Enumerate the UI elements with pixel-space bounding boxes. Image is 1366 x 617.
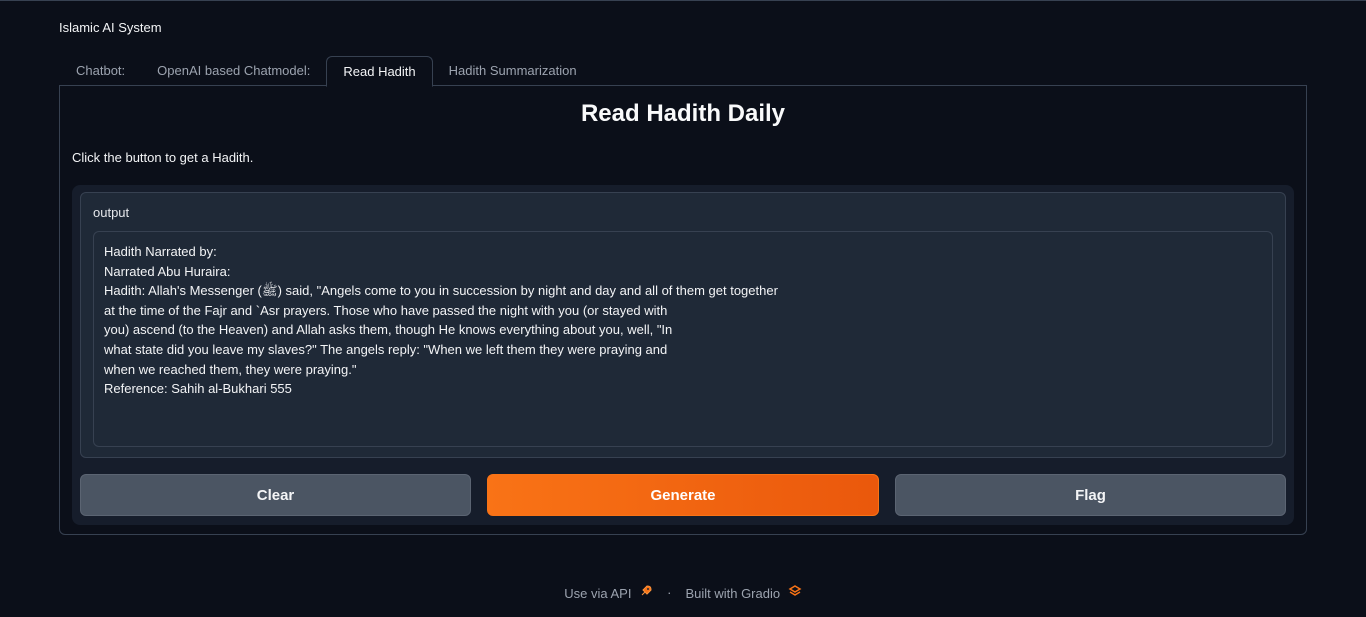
footer-separator: · bbox=[667, 585, 672, 600]
built-with-gradio-link[interactable]: Built with Gradio bbox=[685, 584, 802, 601]
api-link-label: Use via API bbox=[564, 586, 632, 601]
tab-read-hadith[interactable]: Read Hadith bbox=[326, 56, 433, 87]
instruction-text: Click the button to get a Hadith. bbox=[72, 150, 254, 165]
output-line: when we reached them, they were praying.… bbox=[104, 361, 357, 377]
gradio-logo-icon bbox=[788, 585, 802, 596]
tab-panel: Read Hadith Daily Click the button to ge… bbox=[59, 85, 1307, 535]
output-label: output bbox=[93, 205, 130, 220]
page-title: Read Hadith Daily bbox=[580, 100, 786, 127]
built-with-label: Built with Gradio bbox=[685, 586, 781, 601]
output-line: Narrated Abu Huraira: bbox=[104, 263, 231, 279]
output-line: at the time of the Fajr and `Asr prayers… bbox=[104, 302, 668, 318]
rocket-icon bbox=[641, 585, 652, 596]
output-container: output Hadith Narrated by: Narrated Abu … bbox=[80, 192, 1286, 458]
tab-openai-chatmodel[interactable]: OpenAI based Chatmodel: bbox=[141, 56, 326, 86]
output-textbox[interactable]: Hadith Narrated by: Narrated Abu Huraira… bbox=[93, 231, 1273, 447]
output-line: Hadith Narrated by: bbox=[104, 244, 217, 259]
footer: Use via API · Built with Gradio bbox=[0, 584, 1366, 601]
generate-button[interactable]: Generate bbox=[487, 474, 879, 516]
output-line: Reference: Sahih al-Bukhari 555 bbox=[104, 381, 292, 397]
tab-hadith-summarization[interactable]: Hadith Summarization bbox=[433, 56, 593, 86]
app-title: Islamic AI System bbox=[59, 20, 162, 35]
clear-button[interactable]: Clear bbox=[80, 474, 471, 516]
top-border bbox=[0, 0, 1366, 1]
tab-bar: Chatbot: OpenAI based Chatmodel: Read Ha… bbox=[60, 56, 593, 87]
output-line: what state did you leave my slaves?" The… bbox=[104, 341, 668, 357]
tab-chatbot[interactable]: Chatbot: bbox=[60, 56, 141, 86]
flag-button[interactable]: Flag bbox=[895, 474, 1286, 516]
output-line: Hadith: Allah's Messenger (ﷺ) said, "Ang… bbox=[104, 283, 778, 299]
interface-block: output Hadith Narrated by: Narrated Abu … bbox=[72, 185, 1294, 525]
output-line: you) ascend (to the Heaven) and Allah as… bbox=[104, 322, 673, 338]
use-via-api-link[interactable]: Use via API bbox=[564, 584, 653, 601]
